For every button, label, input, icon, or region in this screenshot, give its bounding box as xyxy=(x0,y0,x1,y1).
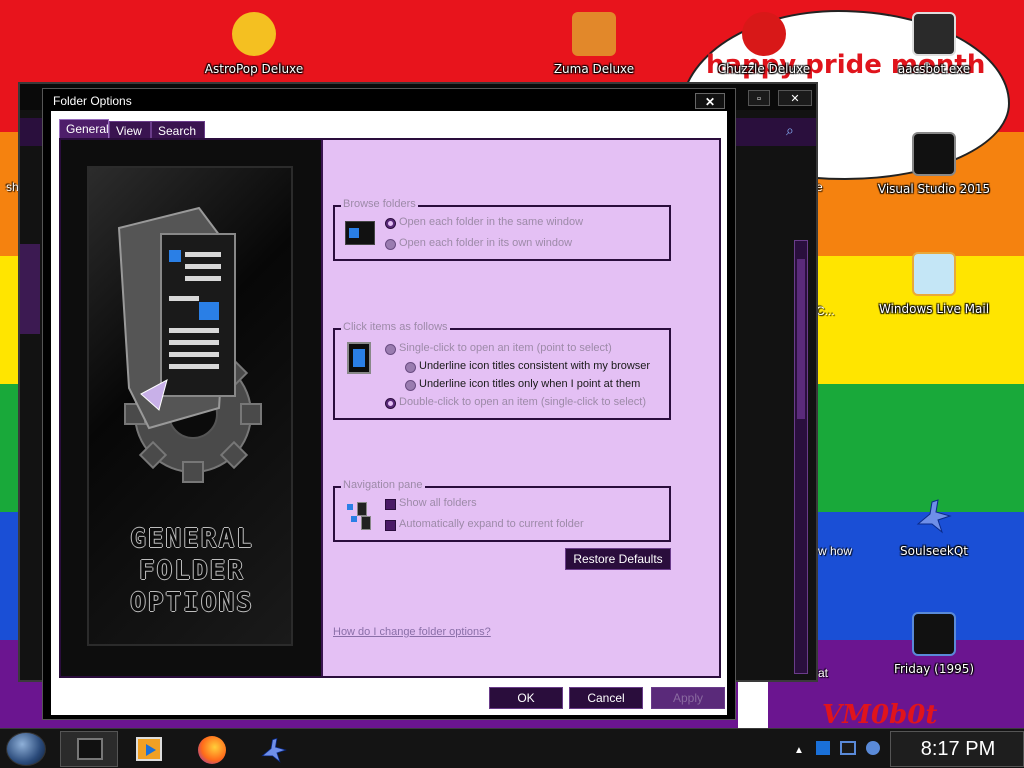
desktop-icon-visual-studio[interactable]: Visual Studio 2015 xyxy=(864,132,1004,196)
option-underline-browser[interactable]: Underline icon titles consistent with my… xyxy=(419,360,650,372)
radio-underline-point[interactable] xyxy=(405,380,416,391)
network-icon[interactable] xyxy=(816,741,830,755)
radio-double-click[interactable] xyxy=(385,398,396,409)
firefox-icon xyxy=(198,736,226,764)
apply-button[interactable]: Apply xyxy=(651,687,725,709)
browse-folders-group: Browse folders Open each folder in the s… xyxy=(333,198,671,261)
general-tab-panel: GENERAL FOLDER OPTIONS Browse folders Op… xyxy=(59,138,721,678)
background-window-sidebar xyxy=(20,244,40,334)
help-link[interactable]: How do I change folder options? xyxy=(333,626,491,638)
background-window-scrollbar[interactable] xyxy=(794,240,808,674)
option-underline-point[interactable]: Underline icon titles only when I point … xyxy=(419,378,640,390)
option-double-click[interactable]: Double-click to open an item (single-cli… xyxy=(399,396,646,408)
chuzzle-icon xyxy=(742,12,786,56)
taskbar: ▲ 8:17 PM xyxy=(0,728,1024,768)
checkbox-show-all-folders[interactable] xyxy=(385,499,396,510)
dialog-title: Folder Options xyxy=(53,94,132,108)
clock: 8:17 PM xyxy=(920,738,996,760)
maximize-icon[interactable]: ▫ xyxy=(748,90,770,106)
general-art-panel: GENERAL FOLDER OPTIONS xyxy=(61,140,323,676)
radio-single-click[interactable] xyxy=(385,344,396,355)
tab-view[interactable]: View xyxy=(109,121,151,139)
navigation-pane-group: Navigation pane Show all folders Automat… xyxy=(333,479,671,542)
checkbox-expand-current[interactable] xyxy=(385,520,396,531)
system-tray: ▲ 8:17 PM xyxy=(790,731,1024,767)
browse-folders-label: Browse folders xyxy=(341,198,418,210)
desktop-icon-aacsbot[interactable]: aacsbot.exe xyxy=(864,12,1004,76)
partial-label: C... xyxy=(816,304,835,318)
zuma-icon xyxy=(572,12,616,56)
volume-icon[interactable] xyxy=(866,741,880,755)
taskbar-media-player[interactable] xyxy=(120,731,178,767)
search-icon[interactable]: ⌕ xyxy=(786,122,794,139)
folder-gear-icon xyxy=(117,206,262,483)
desktop-icon-chuzzle[interactable]: Chuzzle Deluxe xyxy=(694,12,834,76)
option-same-window[interactable]: Open each folder in the same window xyxy=(399,216,583,228)
scrollbar-thumb[interactable] xyxy=(797,259,805,419)
dialog-body: General View Search GENERAL FOLDER OPTIO… xyxy=(51,111,727,715)
display-icon[interactable] xyxy=(840,741,856,755)
bird-icon xyxy=(912,494,956,538)
desktop-icon-windows-live-mail[interactable]: Windows Live Mail xyxy=(864,252,1004,316)
partial-label: sh xyxy=(6,180,19,194)
clock-area[interactable]: 8:17 PM xyxy=(890,731,1024,767)
tab-general[interactable]: General xyxy=(59,119,109,139)
art-title-line: FOLDER xyxy=(139,556,245,586)
option-expand-current[interactable]: Automatically expand to current folder xyxy=(399,518,584,530)
desktop-icon-soulseek[interactable]: SoulseekQt xyxy=(864,494,1004,558)
vmbot-logo: VM0b0t xyxy=(822,700,938,730)
desktop-icon-zuma[interactable]: Zuma Deluxe xyxy=(524,12,664,76)
radio-own-window[interactable] xyxy=(385,239,396,250)
partial-label: w how xyxy=(818,544,853,558)
art-frame: GENERAL FOLDER OPTIONS xyxy=(87,166,293,646)
folder-icon xyxy=(77,738,103,760)
close-button[interactable]: ✕ xyxy=(695,93,725,109)
navigation-pane-icon xyxy=(345,502,373,530)
partial-label: at xyxy=(818,666,829,680)
close-icon[interactable]: ✕ xyxy=(778,90,812,106)
ok-button[interactable]: OK xyxy=(489,687,563,709)
radio-same-window[interactable] xyxy=(385,218,396,229)
taskbar-firefox[interactable] xyxy=(182,731,240,767)
folder-options-dialog: Folder Options ✕ General View Search GEN… xyxy=(42,88,736,720)
radio-underline-browser[interactable] xyxy=(405,362,416,373)
window-stack-icon xyxy=(912,12,956,56)
restore-defaults-button[interactable]: Restore Defaults xyxy=(565,548,671,570)
option-own-window[interactable]: Open each folder in its own window xyxy=(399,237,572,249)
taskbar-soulseek[interactable] xyxy=(244,731,302,767)
start-button[interactable] xyxy=(6,732,46,766)
browse-folders-icon xyxy=(345,221,375,245)
visual-studio-icon xyxy=(912,132,956,176)
mail-icon xyxy=(912,252,956,296)
option-single-click[interactable]: Single-click to open an item (point to s… xyxy=(399,342,612,354)
video-icon xyxy=(912,612,956,656)
click-items-label: Click items as follows xyxy=(341,321,450,333)
click-items-group: Click items as follows Single-click to o… xyxy=(333,321,671,420)
navigation-pane-label: Navigation pane xyxy=(341,479,425,491)
desktop-icon-friday[interactable]: Friday (1995) xyxy=(864,612,1004,676)
bird-icon xyxy=(261,737,287,763)
wallpaper-card xyxy=(738,680,768,728)
tray-expand-icon[interactable]: ▲ xyxy=(794,745,804,756)
desktop-icon-astropop[interactable]: AstroPop Deluxe xyxy=(184,12,324,76)
cancel-button[interactable]: Cancel xyxy=(569,687,643,709)
click-items-icon xyxy=(347,342,371,374)
media-player-icon xyxy=(136,737,162,761)
art-title-line: OPTIONS xyxy=(130,588,254,618)
option-show-all-folders[interactable]: Show all folders xyxy=(399,497,477,509)
art-title-line: GENERAL xyxy=(130,524,254,554)
tab-search[interactable]: Search xyxy=(151,121,205,139)
taskbar-explorer[interactable] xyxy=(60,731,118,767)
astropop-icon xyxy=(232,12,276,56)
